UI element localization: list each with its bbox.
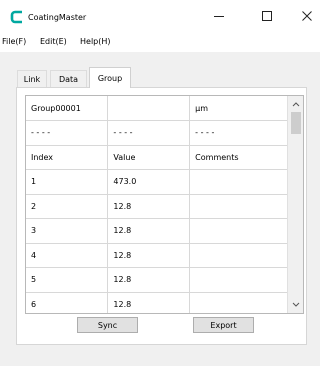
table-row: 4 12.8 [26,243,288,268]
table-row: 2 12.8 [26,194,288,219]
table-row: Group00001 µm [26,96,288,121]
data-grid: Group00001 µm - - - -- - - -- - - - Index Va… [25,95,304,314]
table-cell[interactable]: 1 [26,169,109,195]
chevron-up-icon [292,102,300,107]
table-cell[interactable]: 6 [26,292,109,313]
table-cell[interactable]: 12.8 [107,243,191,268]
table-cell[interactable] [189,267,288,293]
table-cell[interactable]: µm [189,96,288,121]
tab-data[interactable]: Data [50,70,87,87]
close-button[interactable] [294,6,320,26]
menu-bar: File(F) Edit(E) Help(H) [0,34,320,50]
table-cell[interactable]: 473.0 [107,169,191,195]
maximize-button[interactable] [254,6,280,26]
table-row: 3 12.8 [26,218,288,244]
table-cell[interactable] [189,292,288,313]
scroll-down-button[interactable] [288,297,303,313]
minimize-button[interactable] [206,6,232,26]
table-cell[interactable]: Index [26,145,109,170]
sync-button[interactable]: Sync [77,317,138,333]
window-title: CoatingMaster [28,13,87,22]
menu-edit[interactable]: Edit(E) [40,37,67,46]
export-button[interactable]: Export [193,317,254,333]
table-cell[interactable]: 12.8 [107,218,191,244]
table-cell[interactable]: 12.8 [107,267,191,293]
table-cell[interactable] [189,218,288,244]
title-bar: CoatingMaster [0,0,320,30]
table-row: 5 12.8 [26,267,288,293]
app-logo-icon [10,10,24,24]
table-cell[interactable] [189,243,288,268]
table-cell[interactable]: Group00001 [26,96,109,121]
table-cell[interactable] [107,96,191,121]
table-cell[interactable]: 2 [26,194,109,219]
close-icon [302,11,312,21]
menu-file[interactable]: File(F) [2,37,26,46]
tab-group[interactable]: Group [89,67,131,88]
vertical-scrollbar[interactable] [287,96,303,313]
maximize-icon [262,11,272,21]
table-cell[interactable]: 4 [26,243,109,268]
table-row: 6 12.8 [26,292,288,313]
minimize-icon [214,16,224,17]
table-cell[interactable]: - - - - [107,120,191,146]
table-cell[interactable]: 3 [26,218,109,244]
table-cell[interactable] [189,169,288,195]
scroll-thumb[interactable] [291,112,301,134]
scroll-up-button[interactable] [288,96,303,112]
table-cell[interactable]: 12.8 [107,292,191,313]
table-cell[interactable]: - - - - [26,120,109,146]
chevron-down-icon [292,302,300,307]
table-cell[interactable]: Value [107,145,191,170]
table-row: Index Value Comments [26,145,288,170]
table-cell[interactable]: - - - - [189,120,288,146]
tab-link[interactable]: Link [17,70,47,87]
table-row: 1 473.0 [26,169,288,195]
table-row: - - - -- - - -- - - - [26,120,288,146]
table-cell[interactable] [189,194,288,219]
table-cell[interactable]: Comments [189,145,288,170]
table-cell[interactable]: 5 [26,267,109,293]
table-cell[interactable]: 12.8 [107,194,191,219]
menu-help[interactable]: Help(H) [80,37,111,46]
